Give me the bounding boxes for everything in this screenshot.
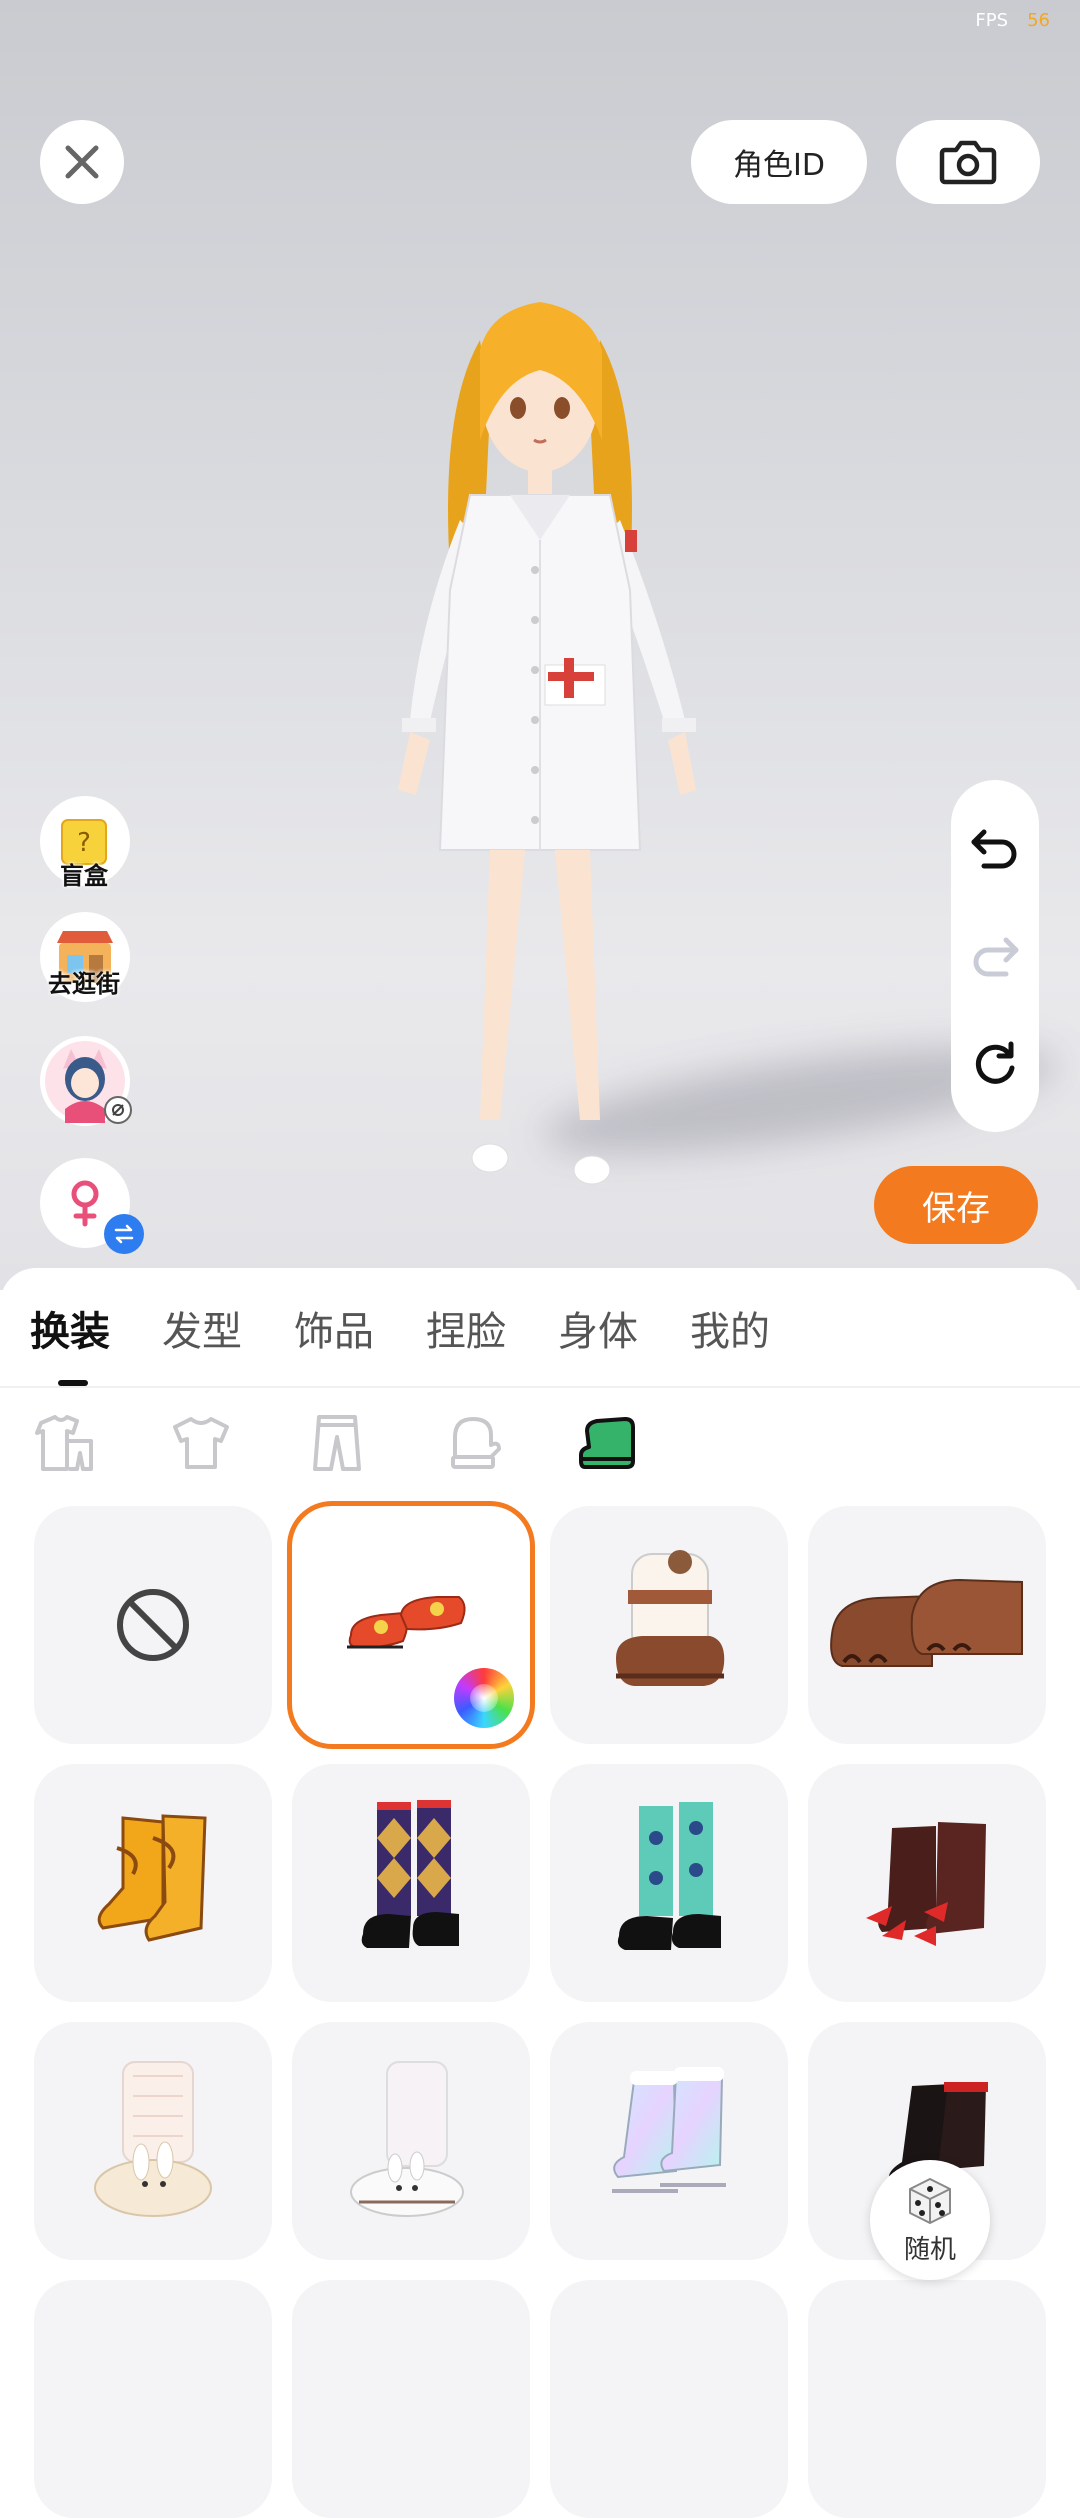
random-button[interactable]: 随机 (870, 2160, 990, 2280)
item-none[interactable] (34, 1506, 272, 1744)
top-icon (173, 1417, 229, 1469)
pants-icon (313, 1415, 361, 1471)
undo-icon (971, 829, 1017, 869)
swap-badge-icon (104, 1214, 144, 1254)
shoes-icon (579, 1417, 635, 1469)
item-row4-1[interactable] (34, 2280, 272, 2518)
tab-mine[interactable]: 我的 (690, 1304, 770, 1360)
dark-claw-feet-icon (866, 1822, 986, 1946)
camera-icon (939, 140, 997, 185)
save-button[interactable]: 保存 (874, 1166, 1038, 1244)
tab-face[interactable]: 捏脸 (426, 1304, 506, 1360)
category-row (30, 1408, 710, 1488)
item-bunny-slippers-white[interactable] (292, 2022, 530, 2260)
item-bunny-slippers-cream[interactable] (34, 2022, 272, 2260)
category-set[interactable] (30, 1408, 100, 1478)
save-label: 保存 (922, 1188, 990, 1229)
category-pants[interactable] (302, 1408, 372, 1478)
category-gloves[interactable] (438, 1408, 508, 1478)
argyle-socks-shoes-icon (361, 1800, 459, 1948)
bear-boots-icon (616, 1550, 725, 1686)
item-red-slippers[interactable] (292, 1506, 530, 1744)
tab-accessories[interactable]: 饰品 (294, 1304, 374, 1360)
female-icon (71, 1180, 99, 1227)
set-icon (35, 1415, 93, 1471)
item-holo-boots[interactable] (550, 2022, 788, 2260)
shopping-label: 去逛街 (48, 970, 120, 998)
blind-box-label: 盲盒 (60, 862, 108, 890)
dice-icon (909, 2177, 951, 2224)
paw-feet-icon (830, 1578, 1023, 1667)
reset-icon (975, 1041, 1015, 1084)
random-label: 随机 (903, 2234, 956, 2265)
bunny-slippers-cream-icon (94, 2061, 212, 2217)
reset-button[interactable] (951, 1034, 1039, 1094)
avatar-stage[interactable]: FPS 56 角色ID ? 盲盒 去逛街 保存 (0, 0, 1080, 1290)
category-top[interactable] (166, 1408, 236, 1478)
tab-body[interactable]: 身体 (558, 1304, 638, 1360)
redo-button[interactable] (951, 926, 1039, 986)
history-controls (951, 780, 1039, 1132)
item-dark-claw-feet[interactable] (808, 1764, 1046, 2002)
bunny-slippers-white-icon (350, 2061, 464, 2217)
gloves-icon (451, 1417, 501, 1469)
role-id-label: 角色ID (733, 148, 825, 183)
teal-socks-shoes-icon (617, 1802, 721, 1950)
item-yellow-claw-boots[interactable] (34, 1764, 272, 2002)
tab-hair[interactable]: 发型 (162, 1304, 242, 1360)
item-row4-4[interactable] (808, 2280, 1046, 2518)
item-teal-socks-shoes[interactable] (550, 1764, 788, 2002)
holo-boots-icon (612, 2067, 726, 2193)
close-icon (65, 145, 99, 179)
camera-button[interactable] (896, 120, 1040, 204)
none-icon (117, 1589, 189, 1661)
item-row4-3[interactable] (550, 2280, 788, 2518)
fps-value: 56 (1027, 10, 1050, 31)
divider (0, 1386, 1080, 1388)
category-shoes[interactable] (574, 1408, 644, 1478)
close-button[interactable] (40, 120, 124, 204)
tab-outfit[interactable]: 换装 (30, 1304, 110, 1360)
hide-badge-icon (104, 1096, 132, 1124)
main-tabs: 换装 发型 饰品 捏脸 身体 我的 (30, 1304, 822, 1360)
red-slippers-icon (347, 1596, 466, 1649)
svg-text:?: ? (77, 828, 91, 858)
avatar-character[interactable] (340, 290, 740, 1210)
yellow-claw-boots-icon (97, 1814, 207, 1942)
item-row4-2[interactable] (292, 2280, 530, 2518)
item-bear-boots[interactable] (550, 1506, 788, 1744)
gender-switch-button[interactable] (40, 1158, 144, 1254)
item-paw-feet[interactable] (808, 1506, 1046, 1744)
undo-button[interactable] (951, 818, 1039, 878)
role-id-button[interactable]: 角色ID (691, 120, 867, 204)
item-argyle-socks-shoes[interactable] (292, 1764, 530, 2002)
redo-icon (973, 937, 1019, 977)
character-avatar-button[interactable] (40, 1036, 132, 1126)
fps-label: FPS (975, 10, 1008, 31)
color-picker-icon[interactable] (454, 1668, 514, 1728)
